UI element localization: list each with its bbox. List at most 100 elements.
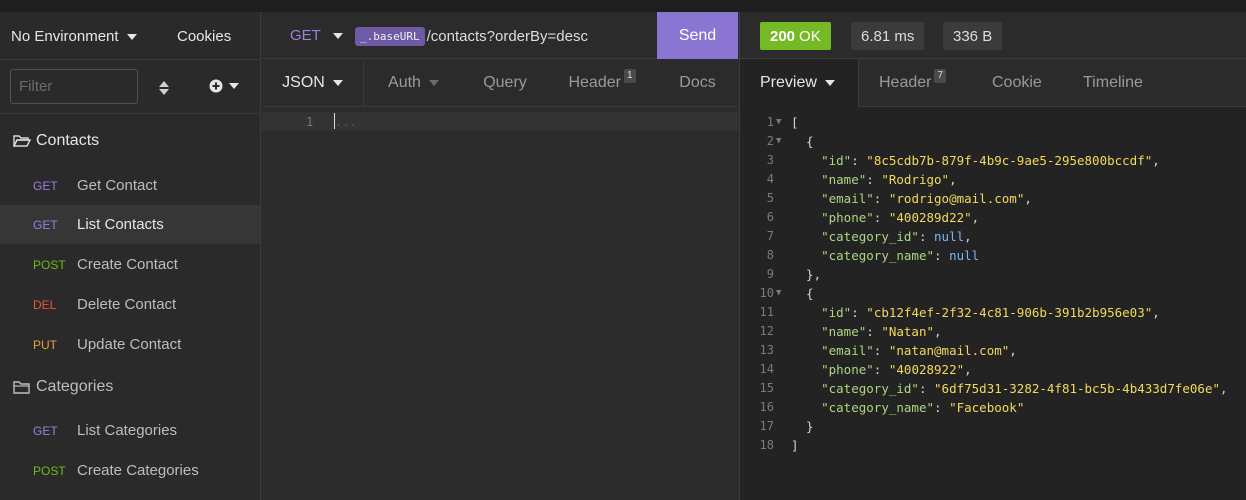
json-value: 8c5cdb7b-879f-4b9c-9ae5-295e800bccdf bbox=[873, 153, 1145, 168]
request-item-delete-contact[interactable]: DEL Delete Contact bbox=[0, 285, 260, 324]
code-line: 9 }, bbox=[766, 267, 822, 282]
code-line: 12 "name": "Natan", bbox=[759, 324, 942, 339]
json-value: 40028922 bbox=[896, 362, 957, 377]
request-item-create-categories[interactable]: POST Create Categories bbox=[0, 451, 260, 490]
code-line: 11 "id": "cb12f4ef-2f32-4c81-906b-391b2b… bbox=[759, 305, 1160, 320]
method-badge: GET bbox=[33, 423, 58, 438]
fold-toggle-icon[interactable]: ▼ bbox=[776, 113, 781, 132]
base-url-variable-tag[interactable]: _.baseURL bbox=[355, 27, 425, 46]
method-badge: DEL bbox=[33, 297, 57, 312]
code-line: 3 "id": "8c5cdb7b-879f-4b9c-9ae5-295e800… bbox=[766, 153, 1160, 168]
chevron-down-icon bbox=[332, 79, 343, 86]
request-name: Create Contact bbox=[77, 256, 178, 273]
code-line: 8 "category_name": null bbox=[766, 248, 980, 263]
request-tabs: JSON Auth Query Header 1 Docs bbox=[262, 59, 738, 107]
request-name: Get Contact bbox=[77, 177, 158, 194]
tab-query[interactable]: Query bbox=[463, 59, 547, 106]
json-value: natan@mail.com bbox=[896, 343, 1002, 358]
tab-label: Docs bbox=[679, 73, 716, 91]
tab-auth[interactable]: Auth bbox=[364, 59, 463, 106]
code-line: 2 ▼ { bbox=[766, 132, 814, 151]
tab-label: JSON bbox=[282, 73, 325, 91]
request-name: Create Categories bbox=[77, 462, 199, 479]
tab-label: Cookie bbox=[992, 73, 1042, 91]
url-path: /contacts?orderBy=desc bbox=[426, 28, 588, 45]
fold-toggle-icon[interactable]: ▼ bbox=[776, 132, 781, 151]
code-line: 5 "email": "rodrigo@mail.com", bbox=[766, 191, 1032, 206]
chevron-down-icon bbox=[428, 79, 439, 86]
tab-preview[interactable]: Preview bbox=[740, 59, 859, 107]
code-line: 6 "phone": "400289d22", bbox=[766, 210, 980, 225]
tab-label: Header bbox=[879, 73, 932, 91]
folder-contacts[interactable]: Contacts bbox=[13, 132, 99, 150]
tab-label: Preview bbox=[760, 74, 817, 91]
chevron-down-icon bbox=[824, 80, 835, 86]
json-value: cb12f4ef-2f32-4c81-906b-391b2b956e03 bbox=[873, 305, 1145, 320]
request-item-update-contact[interactable]: PUT Update Contact bbox=[0, 325, 260, 364]
body-editor[interactable]: 1 ... bbox=[262, 107, 738, 500]
send-button[interactable]: Send bbox=[657, 12, 738, 59]
json-value: 6df75d31-3282-4f81-bc5b-4b433d7fe06e bbox=[941, 381, 1213, 396]
chevron-down-icon bbox=[229, 83, 239, 89]
environment-row: No Environment Cookies bbox=[0, 12, 260, 60]
folder-label: Categories bbox=[36, 378, 114, 395]
url-bar: GET _.baseURL /contacts?orderBy=desc Sen… bbox=[262, 12, 738, 59]
add-dropdown-button[interactable] bbox=[209, 79, 239, 93]
tab-timeline[interactable]: Timeline bbox=[1083, 59, 1143, 106]
environment-select[interactable]: No Environment bbox=[11, 28, 137, 45]
json-value: null bbox=[934, 229, 965, 244]
folder-label: Contacts bbox=[36, 132, 100, 149]
method-badge: PUT bbox=[33, 337, 57, 352]
line-number: 1 bbox=[306, 115, 314, 129]
tab-header[interactable]: Header 1 bbox=[547, 59, 657, 106]
tab-cookie[interactable]: Cookie bbox=[992, 59, 1042, 106]
filter-row bbox=[0, 60, 260, 114]
filter-input[interactable] bbox=[10, 69, 138, 104]
request-name: Delete Contact bbox=[77, 296, 177, 313]
tab-label: Header bbox=[568, 73, 621, 91]
tab-label: Query bbox=[483, 73, 527, 91]
code-line: 17 } bbox=[759, 419, 814, 434]
method-label: GET bbox=[290, 27, 321, 44]
sort-icon[interactable] bbox=[157, 80, 171, 96]
fold-toggle-icon[interactable]: ▼ bbox=[776, 284, 781, 303]
status-text: OK bbox=[799, 27, 821, 45]
request-item-get-contact[interactable]: GET Get Contact bbox=[0, 166, 260, 205]
header-count-badge: 1 bbox=[623, 68, 636, 83]
method-select[interactable]: GET bbox=[290, 27, 343, 44]
window-top-strip bbox=[0, 0, 1246, 12]
folder-open-icon bbox=[13, 135, 31, 147]
chevron-down-icon bbox=[126, 33, 137, 40]
response-status-bar: 200 OK 6.81 ms 336 B bbox=[740, 12, 1246, 59]
response-time-badge: 6.81 ms bbox=[851, 22, 925, 50]
text-cursor bbox=[334, 113, 335, 129]
response-pane: 200 OK 6.81 ms 336 B Preview Header 7 Co… bbox=[739, 12, 1246, 500]
method-badge: POST bbox=[33, 463, 66, 478]
json-value: rodrigo@mail.com bbox=[896, 191, 1017, 206]
tab-docs[interactable]: Docs bbox=[657, 59, 738, 106]
header-count-badge: 7 bbox=[934, 68, 947, 83]
json-value: Natan bbox=[888, 324, 927, 339]
url-input[interactable]: _.baseURL /contacts?orderBy=desc bbox=[355, 27, 588, 46]
json-value: null bbox=[949, 248, 980, 263]
code-line: 18] bbox=[759, 438, 799, 453]
json-value: Facebook bbox=[956, 400, 1017, 415]
request-name: Update Contact bbox=[77, 336, 182, 353]
chevron-down-icon bbox=[332, 32, 343, 39]
code-line: 15 "category_id": "6df75d31-3282-4f81-bc… bbox=[759, 381, 1228, 396]
request-item-list-categories[interactable]: GET List Categories bbox=[0, 411, 260, 450]
request-item-create-contact[interactable]: POST Create Contact bbox=[0, 245, 260, 284]
folder-categories[interactable]: Categories bbox=[13, 378, 113, 396]
code-line: 16 "category_name": "Facebook" bbox=[759, 400, 1025, 415]
request-name: List Categories bbox=[77, 422, 178, 439]
request-pane: GET _.baseURL /contacts?orderBy=desc Sen… bbox=[262, 12, 738, 500]
method-badge: GET bbox=[33, 178, 58, 193]
tab-json[interactable]: JSON bbox=[262, 59, 364, 106]
plus-circle-icon bbox=[209, 79, 223, 93]
request-item-list-contacts[interactable]: GET List Contacts bbox=[0, 205, 260, 244]
tab-response-header[interactable]: Header 7 bbox=[879, 59, 947, 106]
code-line: 14 "phone": "40028922", bbox=[759, 362, 972, 377]
json-value: Rodrigo bbox=[888, 172, 942, 187]
tab-label: Auth bbox=[388, 73, 421, 91]
cookies-button[interactable]: Cookies bbox=[177, 28, 231, 45]
